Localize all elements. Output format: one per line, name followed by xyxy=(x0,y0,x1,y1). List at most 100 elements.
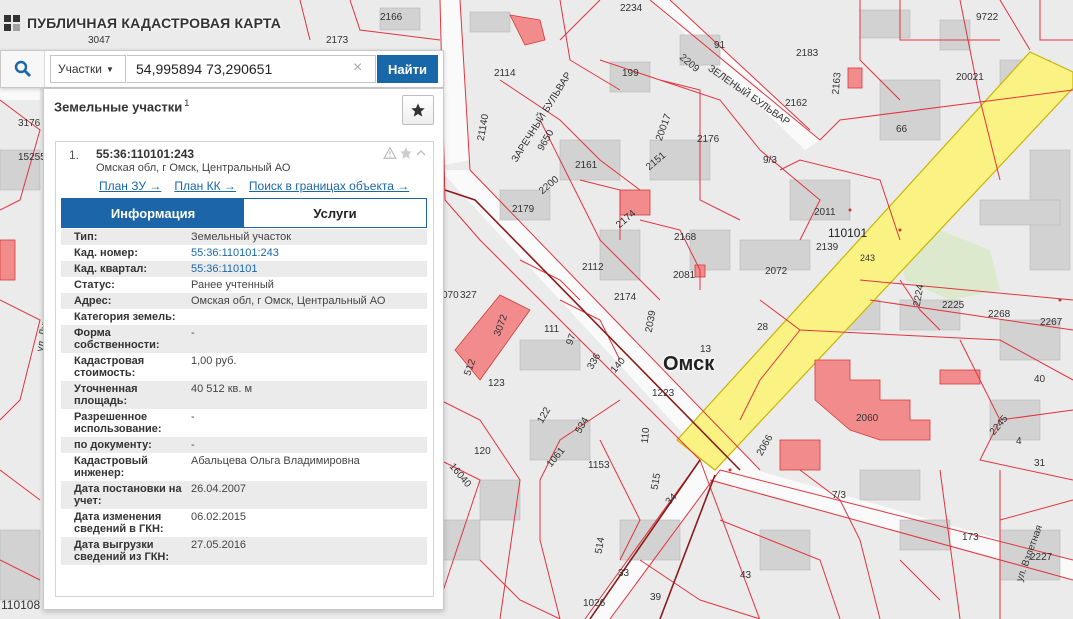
city-label: Омск xyxy=(663,353,715,375)
map-label: 2114 xyxy=(494,68,516,79)
map-label: 2268 xyxy=(988,309,1011,320)
panel-title: Земельные участки 1 xyxy=(54,98,189,114)
info-value: 40 512 кв. м xyxy=(191,383,253,395)
map-label: 2173 xyxy=(326,35,349,46)
info-label: Кадастровая стоимость: xyxy=(74,355,145,379)
info-row: Кад. квартал: 55:36:110101 xyxy=(61,261,427,277)
map-label: 2162 xyxy=(785,98,808,109)
info-value-link[interactable]: 55:36:110101 xyxy=(191,263,257,275)
map-label: 2060 xyxy=(856,413,879,424)
search-in-bounds-link[interactable]: Поиск в границах объекта → xyxy=(249,179,409,193)
info-value-cell: 40 512 кв. м xyxy=(189,381,427,409)
map-label: 2112 xyxy=(582,262,604,273)
search-toggle-button[interactable] xyxy=(1,51,45,87)
search-type-label: Участки xyxy=(58,62,102,76)
info-row: Дата изменения сведений в ГКН: 06.02.2015 xyxy=(61,509,427,537)
info-value: - xyxy=(191,411,195,423)
info-value: 27.05.2016 xyxy=(191,539,247,551)
map-label: 2176 xyxy=(697,134,720,145)
info-row: Статус: Ранее учтенный xyxy=(61,277,427,293)
info-row: Уточненная площадь: 40 512 кв. м xyxy=(61,381,427,409)
map-label: 4 xyxy=(1016,436,1022,447)
info-row: Кадастровая стоимость: 1,00 руб. xyxy=(61,353,427,381)
info-label: Дата изменения сведений в ГКН: xyxy=(74,511,164,535)
result-cad-number[interactable]: 55:36:110101:243 xyxy=(96,147,194,161)
info-row: Дата постановки на учет: 26.04.2007 xyxy=(61,481,427,509)
result-count: 1 xyxy=(184,98,190,108)
map-label: 2174 xyxy=(614,292,637,303)
info-value-cell: 1,00 руб. xyxy=(189,353,427,381)
map-label: 1026 xyxy=(583,598,606,609)
plan-zu-link[interactable]: План ЗУ → xyxy=(99,179,161,193)
map-label: 123 xyxy=(488,378,505,389)
info-row: Адрес: Омская обл, г Омск, Центральный АО xyxy=(61,293,427,309)
map-label: 199 xyxy=(622,68,639,79)
info-value-cell: Ранее учтенный xyxy=(189,277,427,293)
logo-icon[interactable] xyxy=(3,14,21,32)
chevron-up-icon[interactable] xyxy=(415,147,427,159)
map-label: 2234 xyxy=(620,3,643,14)
tab-services[interactable]: Услуги xyxy=(244,199,426,227)
info-row: Дата выгрузки сведений из ГКН: 27.05.2016 xyxy=(61,537,427,565)
map-label: 20021 xyxy=(956,72,984,83)
app-header: ПУБЛИЧНАЯ КАДАСТРОВАЯ КАРТА xyxy=(0,8,281,38)
map-label: 28 xyxy=(757,322,769,333)
info-value-cell: 06.02.2015 xyxy=(189,509,427,537)
info-value-cell: Омская обл, г Омск, Центральный АО xyxy=(189,293,427,309)
favorite-button[interactable] xyxy=(402,95,434,125)
map-label: 91 xyxy=(714,40,726,51)
info-table: Тип: Земельный участок Кад. номер: 55:36:11… xyxy=(61,229,427,565)
map-label: 7/3 xyxy=(832,490,846,501)
map-label: 9722 xyxy=(976,12,999,23)
info-label: Дата выгрузки сведений из ГКН: xyxy=(74,539,170,563)
find-button[interactable]: Найти xyxy=(377,55,438,83)
search-input[interactable] xyxy=(127,55,376,83)
tab-info[interactable]: Информация xyxy=(62,199,244,227)
map-label: 2081 xyxy=(673,270,696,281)
info-value-cell xyxy=(189,309,427,325)
clear-icon[interactable]: × xyxy=(353,60,362,76)
map-label: 43 xyxy=(740,570,752,581)
map-label: 66 xyxy=(896,124,908,135)
info-label: Адрес: xyxy=(74,295,112,307)
card-actions xyxy=(383,146,427,160)
map-label: 2179 xyxy=(512,204,535,215)
info-label: Кад. номер: xyxy=(74,247,138,259)
info-value: - xyxy=(191,439,195,451)
info-value-cell: - xyxy=(189,437,427,453)
map-label: 110101 xyxy=(828,226,868,240)
info-value: 26.04.2007 xyxy=(191,483,247,495)
map-label: 9/3 xyxy=(763,155,777,166)
map-label: 110 xyxy=(639,427,653,444)
info-value: 06.02.2015 xyxy=(191,511,247,523)
map-label: 327 xyxy=(460,290,477,301)
info-value: 1,00 руб. xyxy=(191,355,237,367)
search-icon xyxy=(14,60,31,77)
info-label: Уточненная площадь: xyxy=(74,383,138,407)
info-value-cell: 55:36:110101:243 xyxy=(189,245,427,261)
map-label: 1153 xyxy=(588,460,610,471)
plan-kk-link[interactable]: План КК → xyxy=(174,179,236,193)
map-label: 2168 xyxy=(674,232,697,243)
info-value-link[interactable]: 55:36:110101:243 xyxy=(191,247,279,259)
map-label: 070 xyxy=(442,290,459,301)
info-value-cell: 27.05.2016 xyxy=(189,537,427,565)
info-row: Кадастровый инженер: Абальцева Ольга Влад… xyxy=(61,453,427,481)
map-label: 111 xyxy=(544,324,560,335)
map-label: 120 xyxy=(474,446,491,457)
map-label: 2225 xyxy=(942,300,965,311)
info-value-cell: - xyxy=(189,325,427,353)
chevron-down-icon: ▼ xyxy=(106,64,114,74)
info-label: Форма собственности: xyxy=(74,327,160,351)
info-row: Форма собственности: - xyxy=(61,325,427,353)
star-outline-icon[interactable] xyxy=(399,146,413,160)
result-number: 1. xyxy=(69,148,80,162)
map-label: 15255 xyxy=(18,152,46,163)
info-label: по документу: xyxy=(74,439,152,451)
info-value: - xyxy=(191,327,195,339)
warning-icon[interactable] xyxy=(383,146,397,160)
search-type-select[interactable]: Участки ▼ xyxy=(50,55,126,83)
map-label: 2163 xyxy=(830,71,844,96)
map-label: 243 xyxy=(860,253,876,263)
info-value-cell: 26.04.2007 xyxy=(189,481,427,509)
